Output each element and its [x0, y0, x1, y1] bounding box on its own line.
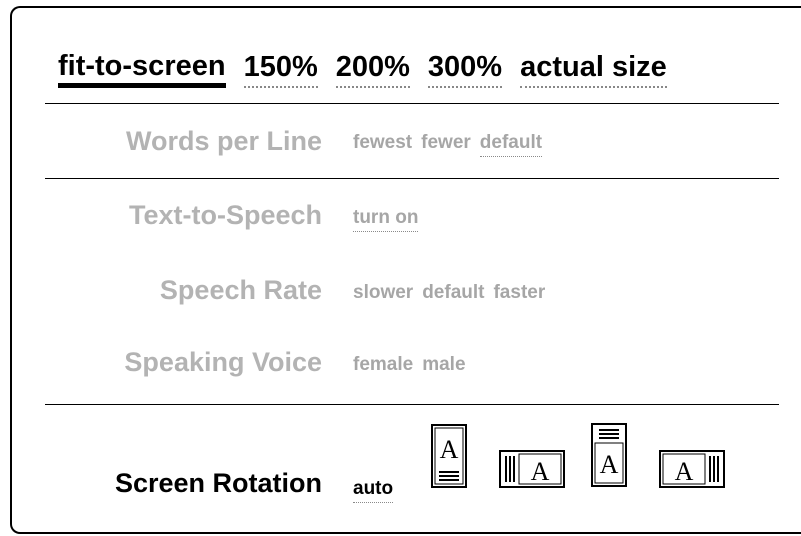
words-per-line-row: Words per Line fewest fewer default	[0, 127, 800, 167]
rotation-auto-option[interactable]: auto	[353, 479, 394, 503]
portrait-keyboard-bottom-icon[interactable]: A	[431, 424, 467, 492]
speaking-voice-options: female male	[353, 355, 475, 374]
rotation-letter: A	[531, 457, 550, 486]
text-to-speech-label: Text-to-Speech	[128, 200, 322, 230]
words-default-option[interactable]: default	[479, 133, 543, 157]
words-fewer-option[interactable]: fewer	[421, 133, 471, 157]
voice-female-option[interactable]: female	[353, 355, 413, 374]
text-to-speech-options: turn on	[353, 208, 427, 232]
landscape-keyboard-left-icon[interactable]: A	[499, 450, 565, 488]
speaking-voice-row: Speaking Voice female male	[0, 348, 800, 388]
rotation-letter: A	[600, 450, 619, 479]
screen-rotation-label: Screen Rotation	[114, 468, 322, 498]
speech-faster-option[interactable]: faster	[493, 283, 545, 302]
words-per-line-options: fewest fewer default	[353, 133, 551, 157]
divider	[45, 178, 779, 179]
zoom-options: fit-to-screen 150% 200% 300% actual size	[58, 48, 667, 88]
words-fewest-option[interactable]: fewest	[353, 133, 412, 157]
landscape-keyboard-right-icon[interactable]: A	[659, 450, 725, 488]
speech-rate-row: Speech Rate slower default faster	[0, 276, 800, 316]
zoom-300[interactable]: 300%	[427, 53, 503, 88]
divider	[45, 404, 779, 405]
speech-default-option[interactable]: default	[422, 283, 484, 302]
speech-rate-options: slower default faster	[353, 283, 554, 302]
speaking-voice-label: Speaking Voice	[124, 347, 322, 377]
zoom-200[interactable]: 200%	[335, 53, 410, 88]
words-per-line-label: Words per Line	[125, 126, 322, 156]
rotation-letter: A	[675, 457, 694, 486]
speech-slower-option[interactable]: slower	[353, 283, 413, 302]
zoom-150[interactable]: 150%	[243, 53, 318, 88]
portrait-keyboard-top-icon[interactable]: A	[591, 423, 627, 491]
zoom-actual-size[interactable]: actual size	[520, 53, 667, 88]
rotation-letter: A	[440, 435, 459, 464]
text-to-speech-row: Text-to-Speech turn on	[0, 201, 800, 241]
voice-male-option[interactable]: male	[422, 355, 465, 374]
zoom-fit-to-screen[interactable]: fit-to-screen	[58, 52, 226, 88]
speech-rate-label: Speech Rate	[159, 275, 322, 305]
screen-rotation-options: auto	[353, 479, 402, 503]
divider	[45, 103, 779, 104]
tts-turn-on-option[interactable]: turn on	[353, 208, 419, 232]
